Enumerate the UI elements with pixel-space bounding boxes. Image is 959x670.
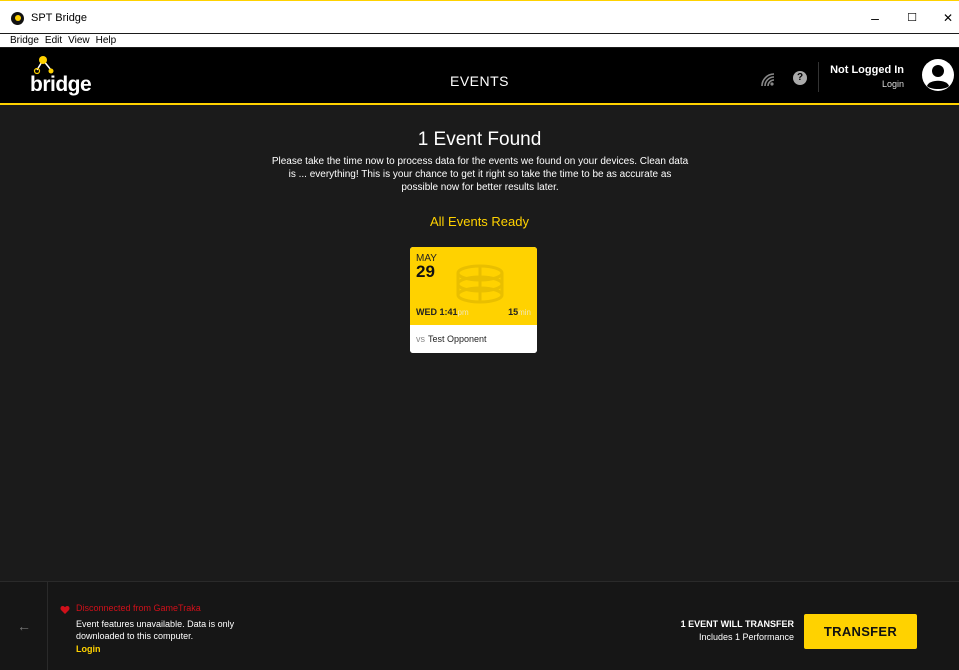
event-weekday-time: WED 1:41 — [416, 307, 458, 317]
transfer-summary: 1 EVENT WILL TRANSFER — [680, 619, 794, 629]
menu-item-edit[interactable]: Edit — [45, 34, 62, 47]
signal-icon[interactable] — [760, 72, 776, 88]
event-duration-unit: min — [518, 308, 531, 317]
event-time: WED 1:41pm — [416, 307, 469, 317]
transfer-detail: Includes 1 Performance — [698, 632, 794, 642]
transfer-button[interactable]: TRANSFER — [804, 614, 917, 649]
menu-item-view[interactable]: View — [68, 34, 90, 47]
event-day: 29 — [416, 262, 435, 281]
event-card-footer: vs Test Opponent — [410, 325, 537, 353]
back-button[interactable]: ← — [0, 582, 48, 670]
event-card-header: MAY 29 3 WED 1:41pm 15min — [410, 247, 537, 325]
connection-status: Disconnected from GameTraka — [76, 603, 201, 613]
event-vs-label: vs — [416, 334, 425, 344]
maximize-button[interactable]: ☐ — [905, 11, 919, 25]
footer-login-link[interactable]: Login — [76, 644, 101, 654]
help-icon[interactable]: ? — [793, 71, 807, 85]
event-ampm: pm — [457, 308, 469, 317]
event-card[interactable]: MAY 29 3 WED 1:41pm 15min vs — [410, 247, 537, 353]
app-header: bridge EVENTS ? Not Logged In Login — [0, 48, 959, 105]
arrow-left-icon: ← — [17, 618, 31, 634]
minimize-button[interactable]: – — [868, 11, 882, 25]
page-title: EVENTS — [449, 73, 509, 89]
event-duration: 15min — [508, 307, 531, 317]
avatar-icon[interactable] — [921, 58, 955, 92]
disconnected-heart-icon — [60, 606, 70, 614]
app-window: SPT Bridge – ☐ ✕ Bridge Edit View Help b… — [0, 0, 959, 670]
event-duration-value: 15 — [508, 307, 519, 317]
connection-message: Event features unavailable. Data is only… — [76, 619, 235, 641]
menu-item-help[interactable]: Help — [96, 34, 117, 47]
title-bar: SPT Bridge – ☐ ✕ — [0, 1, 959, 33]
user-status: Not Logged In — [830, 64, 904, 76]
window-title: SPT Bridge — [31, 12, 88, 24]
events-status: All Events Ready — [430, 214, 529, 229]
main-content: 1 Event Found Please take the time now t… — [0, 107, 959, 581]
footer-bar: ← Disconnected from GameTraka Event feat… — [0, 581, 959, 670]
menu-item-bridge[interactable]: Bridge — [10, 34, 39, 47]
menu-bar: Bridge Edit View Help — [0, 34, 959, 47]
close-button[interactable]: ✕ — [941, 11, 955, 25]
events-found-heading: 1 Event Found — [417, 129, 542, 150]
event-opponent: Test Opponent — [428, 334, 487, 344]
events-description: Please take the time now to process data… — [271, 156, 689, 193]
app-logo-icon — [11, 12, 24, 25]
header-divider — [818, 62, 819, 92]
header-login-link[interactable]: Login — [882, 79, 904, 89]
